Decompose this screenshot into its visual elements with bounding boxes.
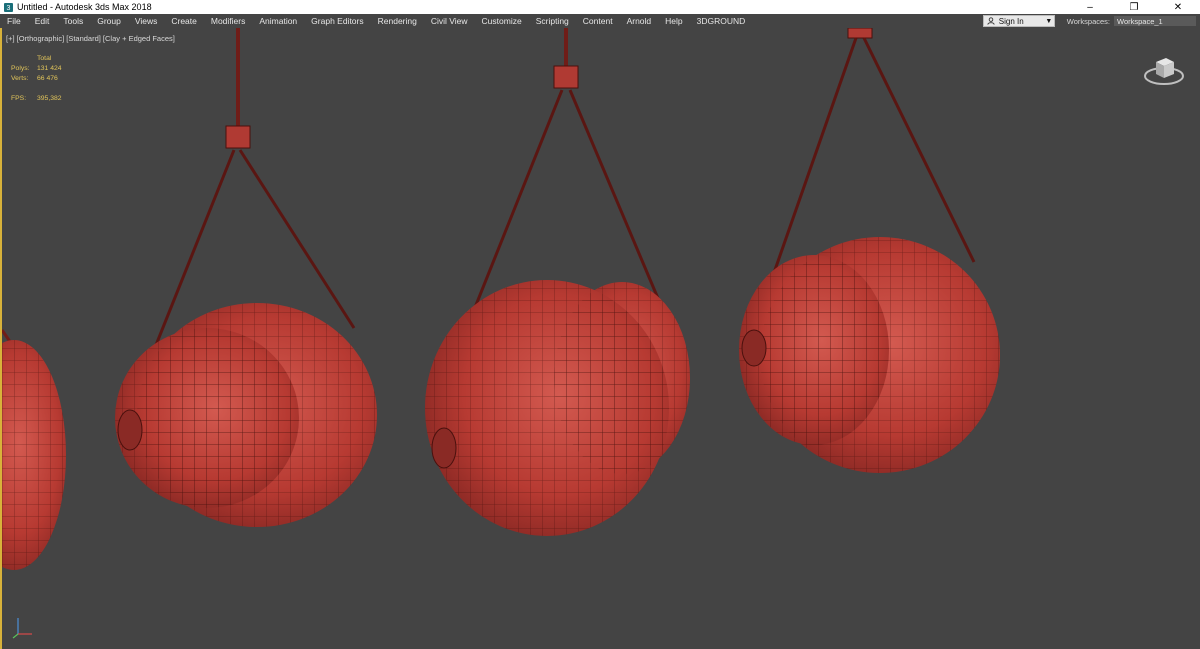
menu-rendering[interactable]: Rendering bbox=[371, 16, 424, 26]
menu-file[interactable]: File bbox=[0, 16, 28, 26]
menu-help[interactable]: Help bbox=[658, 16, 689, 26]
menu-views[interactable]: Views bbox=[128, 16, 165, 26]
sign-in-label: Sign In bbox=[998, 16, 1024, 26]
workspaces-label: Workspaces: bbox=[1066, 16, 1110, 26]
title-bar: 3 Untitled - Autodesk 3ds Max 2018 – ❐ ✕ bbox=[0, 0, 1200, 14]
statistics-overlay: Total Polys: 131 424 Verts: 66 476 FPS: … bbox=[11, 54, 62, 104]
lantern-object-1[interactable] bbox=[115, 28, 377, 527]
menu-customize[interactable]: Customize bbox=[475, 16, 529, 26]
menu-civil-view[interactable]: Civil View bbox=[424, 16, 475, 26]
lantern-object-partial[interactable] bbox=[2, 329, 66, 570]
svg-text:3: 3 bbox=[6, 5, 10, 12]
stats-total-label: Total bbox=[37, 55, 52, 62]
viewcube-icon[interactable] bbox=[1142, 52, 1186, 88]
menu-scripting[interactable]: Scripting bbox=[529, 16, 576, 26]
chevron-down-icon: ▼ bbox=[1045, 17, 1053, 25]
stats-fps-value: 395,382 bbox=[37, 95, 62, 102]
window-title: Untitled - Autodesk 3ds Max 2018 bbox=[17, 2, 152, 12]
menu-arnold[interactable]: Arnold bbox=[620, 16, 659, 26]
stats-fps-row: FPS: 395,382 bbox=[11, 94, 62, 104]
user-icon bbox=[986, 17, 996, 25]
close-button[interactable]: ✕ bbox=[1156, 0, 1200, 14]
menu-tools[interactable]: Tools bbox=[56, 16, 90, 26]
stats-polys-label: Polys: bbox=[11, 65, 30, 72]
sign-in-dropdown[interactable]: Sign In ▼ bbox=[982, 15, 1055, 27]
restore-button[interactable]: ❐ bbox=[1112, 0, 1156, 14]
menu-3dground[interactable]: 3DGROUND bbox=[690, 16, 753, 26]
stats-verts-row: Verts: 66 476 bbox=[11, 74, 62, 84]
lantern-object-2[interactable] bbox=[425, 28, 690, 536]
3dsmax-app-icon: 3 bbox=[3, 2, 13, 12]
scene-render bbox=[2, 28, 1000, 570]
menu-bar: File Edit Tools Group Views Create Modif… bbox=[0, 14, 1200, 28]
stats-fps-label: FPS: bbox=[11, 95, 27, 102]
workspace-select[interactable]: Workspace_1 bbox=[1114, 16, 1196, 26]
menu-edit[interactable]: Edit bbox=[28, 16, 57, 26]
minimize-button[interactable]: – bbox=[1068, 0, 1112, 14]
stats-verts-value: 66 476 bbox=[37, 75, 58, 82]
stats-polys-value: 131 424 bbox=[37, 65, 62, 72]
menu-content[interactable]: Content bbox=[576, 16, 620, 26]
stats-polys-row: Polys: 131 424 bbox=[11, 64, 62, 74]
menu-create[interactable]: Create bbox=[164, 16, 204, 26]
axis-tripod-icon bbox=[12, 618, 32, 639]
lantern-object-3[interactable] bbox=[739, 28, 1000, 473]
viewport-orthographic[interactable]: [+] [Orthographic] [Standard] [Clay + Ed… bbox=[0, 28, 1200, 649]
menu-modifiers[interactable]: Modifiers bbox=[204, 16, 252, 26]
menu-group[interactable]: Group bbox=[90, 16, 128, 26]
menu-animation[interactable]: Animation bbox=[252, 16, 304, 26]
viewport-label[interactable]: [+] [Orthographic] [Standard] [Clay + Ed… bbox=[6, 34, 175, 43]
stats-verts-label: Verts: bbox=[11, 75, 29, 82]
menu-graph-editors[interactable]: Graph Editors bbox=[304, 16, 370, 26]
